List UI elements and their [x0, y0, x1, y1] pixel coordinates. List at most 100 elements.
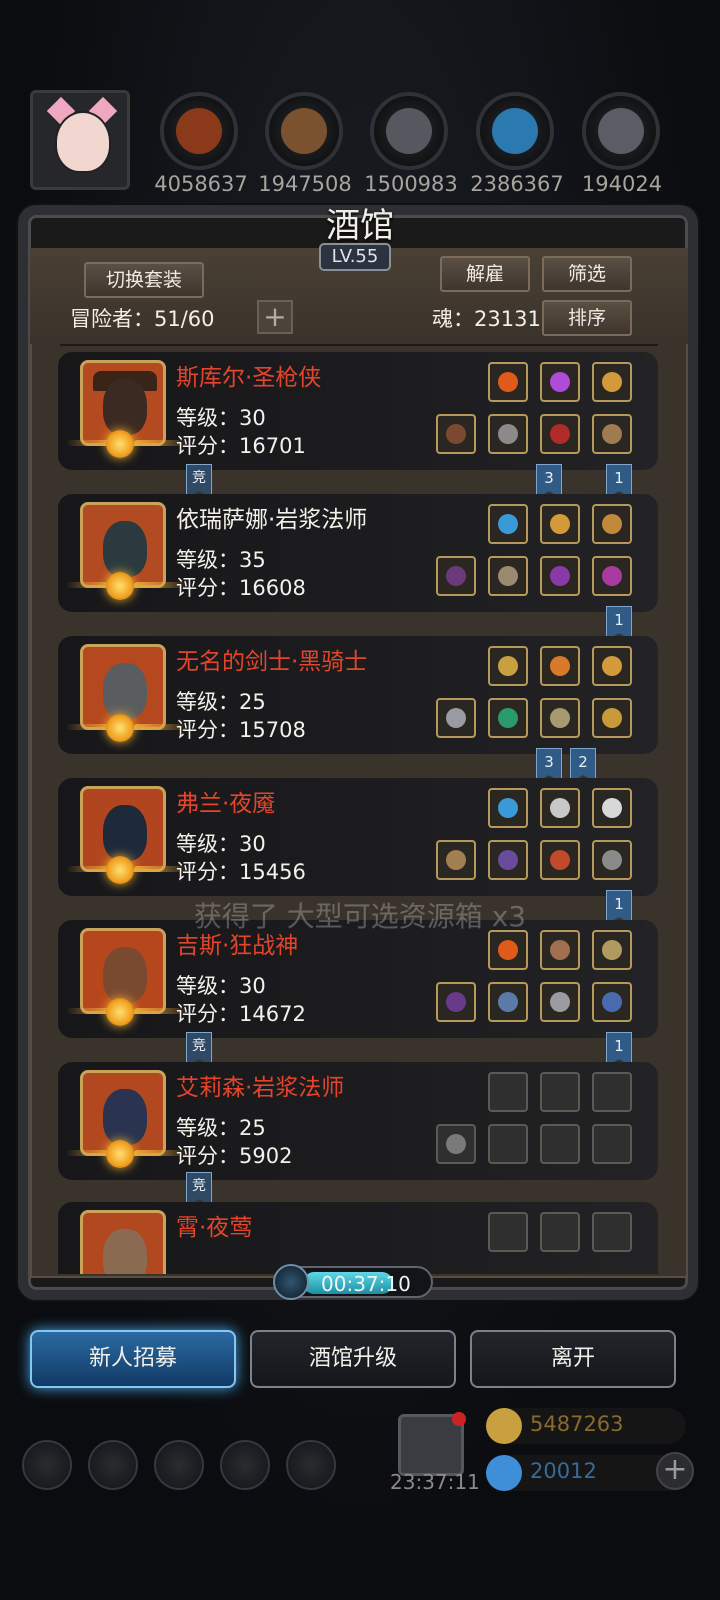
hero-card[interactable]: 无名的剑士·黑骑士 等级：25 评分：15708	[58, 636, 658, 754]
gem-icon	[486, 1455, 522, 1491]
arena-flag: 竞	[186, 1172, 212, 1206]
seal-icon[interactable]	[592, 982, 632, 1022]
staff-icon[interactable]	[436, 1124, 476, 1164]
player-avatar[interactable]	[30, 90, 130, 190]
tavern-level-badge: LV.55	[319, 243, 391, 271]
empty-hourglass-slot-icon[interactable]	[540, 1212, 580, 1252]
shield-icon[interactable]	[540, 698, 580, 738]
dismiss-button[interactable]: 解雇	[440, 256, 530, 292]
hero-card[interactable]: 依瑞萨娜·岩浆法师 等级：35 评分：16608	[58, 494, 658, 612]
chat-icon[interactable]	[286, 1440, 336, 1490]
lantern-icon[interactable]	[592, 646, 632, 686]
spider-icon[interactable]	[592, 698, 632, 738]
hero-name: 无名的剑士·黑骑士	[176, 649, 368, 675]
ring-icon[interactable]	[540, 414, 580, 454]
iron-resource[interactable]	[582, 92, 660, 170]
add-slot-button[interactable]: +	[257, 300, 293, 334]
notification-dot	[452, 1412, 466, 1426]
bracer-icon[interactable]	[592, 840, 632, 880]
helm-icon[interactable]	[540, 982, 580, 1022]
hero-card[interactable]: 艾莉森·岩浆法师 等级：25 评分：5902	[58, 1062, 658, 1180]
empty-hourglass-slot-icon[interactable]	[592, 1072, 632, 1112]
hero-score: 评分：16608	[176, 576, 306, 600]
crystal-resource[interactable]	[476, 92, 554, 170]
hero-name: 斯库尔·圣枪侠	[176, 365, 322, 391]
staff-icon[interactable]	[436, 556, 476, 596]
meat-icon	[176, 108, 222, 154]
hero-name: 艾莉森·岩浆法师	[176, 1075, 345, 1101]
glove-icon[interactable]	[592, 414, 632, 454]
recruit-button[interactable]: 新人招募	[30, 1330, 236, 1388]
medal-icon[interactable]	[540, 840, 580, 880]
hero-card[interactable]: 吉斯·狂战神 等级：30 评分：14672	[58, 920, 658, 1038]
stone-icon[interactable]	[540, 788, 580, 828]
hero-card[interactable]: 霄·夜莺	[58, 1202, 658, 1274]
star-emblem-icon	[106, 572, 134, 600]
armor-icon[interactable]	[488, 414, 528, 454]
lantern-icon[interactable]	[592, 504, 632, 544]
wood-value: 1947508	[258, 172, 352, 196]
axe-icon[interactable]	[436, 982, 476, 1022]
hero-card[interactable]: 斯库尔·圣枪侠 等级：30 评分：16701	[58, 352, 658, 470]
hero-name: 弗兰·夜魇	[176, 791, 276, 817]
pumpkin-icon[interactable]	[540, 646, 580, 686]
iron-value: 194024	[581, 172, 663, 196]
compass-icon[interactable]	[88, 1440, 138, 1490]
switch-set-button[interactable]: 切换套装	[84, 262, 204, 298]
crossbow-icon[interactable]	[540, 930, 580, 970]
refresh-timer: 00:37:10	[273, 1264, 433, 1300]
star-emblem-icon	[106, 430, 134, 458]
hero-list[interactable]: 斯库尔·圣枪侠 等级：30 评分：16701 竞 3 1 依瑞萨娜·岩浆法师 等…	[36, 350, 682, 1274]
star-emblem-icon	[106, 856, 134, 884]
orb-icon[interactable]	[488, 504, 528, 544]
empty-ring-slot-icon[interactable]	[592, 1124, 632, 1164]
wood-resource[interactable]	[265, 92, 343, 170]
spear-icon[interactable]	[436, 840, 476, 880]
empty-hourglass-slot-icon[interactable]	[540, 1072, 580, 1112]
meat-resource[interactable]	[160, 92, 238, 170]
blade-icon[interactable]	[592, 930, 632, 970]
hero-name: 霄·夜莺	[176, 1215, 253, 1241]
hero-level: 等级：35	[176, 548, 266, 572]
gun-icon[interactable]	[436, 414, 476, 454]
helm-icon[interactable]	[592, 556, 632, 596]
armor-icon[interactable]	[488, 840, 528, 880]
stone-icon[interactable]	[592, 788, 632, 828]
filter-button[interactable]: 筛选	[542, 256, 632, 292]
lantern-icon[interactable]	[540, 504, 580, 544]
orb-icon[interactable]	[488, 788, 528, 828]
add-currency-button[interactable]: +	[656, 1452, 694, 1490]
chestplate-icon[interactable]	[488, 698, 528, 738]
empty-drop-slot-icon[interactable]	[488, 1212, 528, 1252]
fire-rune-icon[interactable]	[488, 930, 528, 970]
empty-hourglass-slot-icon[interactable]	[592, 1212, 632, 1252]
spellbook-icon[interactable]	[540, 556, 580, 596]
empty-drop-slot-icon[interactable]	[488, 1072, 528, 1112]
tavern-upgrade-button[interactable]: 酒馆升级	[250, 1330, 456, 1388]
robe-icon[interactable]	[488, 556, 528, 596]
lantern-icon[interactable]	[592, 362, 632, 402]
map-icon[interactable]	[154, 1440, 204, 1490]
armor-icon[interactable]	[488, 982, 528, 1022]
sword-icon[interactable]	[436, 698, 476, 738]
settings-icon[interactable]	[22, 1440, 72, 1490]
gift-timer: 23:37:11	[390, 1470, 480, 1494]
fire-rune-icon[interactable]	[488, 362, 528, 402]
sort-button[interactable]: 排序	[542, 300, 632, 336]
hero-score: 评分：15456	[176, 860, 306, 884]
hero-portrait	[80, 1210, 166, 1274]
empty-ring-slot-icon[interactable]	[540, 1124, 580, 1164]
stone-icon	[386, 108, 432, 154]
meat-value: 4058637	[154, 172, 248, 196]
wood-icon	[281, 108, 327, 154]
hero-card[interactable]: 弗兰·夜魇 等级：30 评分：15456	[58, 778, 658, 896]
empty-armor-slot-icon[interactable]	[488, 1124, 528, 1164]
crystal-icon	[492, 108, 538, 154]
mail-icon[interactable]	[220, 1440, 270, 1490]
stone-resource[interactable]	[370, 92, 448, 170]
gem-icon[interactable]	[540, 362, 580, 402]
amulet-icon[interactable]	[488, 646, 528, 686]
tavern-screen: { "top_resources": [ {"icon": "meat-icon…	[0, 0, 720, 1600]
clock-icon	[273, 1264, 309, 1300]
leave-button[interactable]: 离开	[470, 1330, 676, 1388]
